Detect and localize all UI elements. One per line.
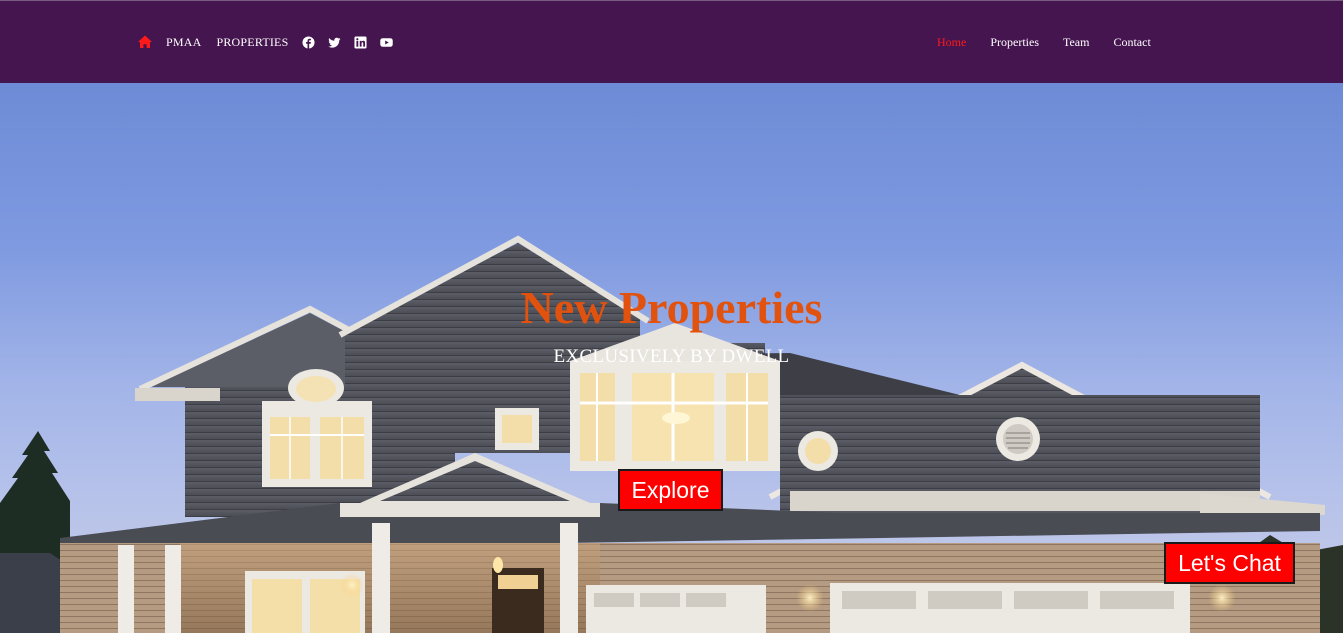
- social-links: [302, 35, 406, 49]
- lets-chat-button[interactable]: Let's Chat: [1164, 542, 1295, 584]
- facebook-icon[interactable]: [302, 35, 315, 49]
- linkedin-icon[interactable]: [354, 35, 367, 49]
- top-navbar: PMAA PROPERTIES Home Properties Team Con…: [0, 0, 1343, 83]
- youtube-icon[interactable]: [380, 36, 394, 49]
- brand-name-first: PMAA: [166, 34, 202, 49]
- brand-name-second: PROPERTIES: [216, 34, 289, 49]
- hero-section: New Properties EXCLUSIVELY BY DWELL Expl…: [0, 83, 1343, 633]
- home-icon[interactable]: [137, 34, 153, 50]
- twitter-icon[interactable]: [328, 36, 341, 49]
- main-nav: Home Properties Team Contact: [937, 34, 1151, 50]
- hero-subtitle: EXCLUSIVELY BY DWELL: [553, 346, 790, 367]
- nav-contact[interactable]: Contact: [1113, 35, 1150, 50]
- hero-title: New Properties: [520, 282, 823, 333]
- nav-team[interactable]: Team: [1063, 35, 1089, 50]
- brand: PMAA PROPERTIES: [137, 34, 406, 50]
- explore-button[interactable]: Explore: [618, 469, 723, 511]
- nav-properties[interactable]: Properties: [990, 35, 1039, 50]
- nav-home[interactable]: Home: [937, 35, 966, 50]
